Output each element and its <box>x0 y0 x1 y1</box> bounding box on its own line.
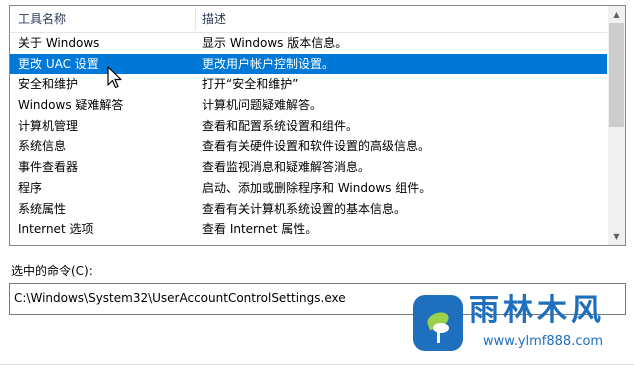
tool-description: 打开“安全和维护” <box>202 77 299 92</box>
selected-command-label: 选中的命令(C): <box>11 264 93 278</box>
list-item[interactable]: Internet 选项 查看 Internet 属性。 <box>10 219 607 240</box>
list-item[interactable]: 程序 启动、添加或删除程序和 Windows 组件。 <box>10 178 607 199</box>
list-item[interactable]: 计算机管理 查看和配置系统设置和组件。 <box>10 116 607 137</box>
rain-forest-logo-icon <box>413 295 463 351</box>
watermark-url: www.ylmf888.com <box>483 334 604 349</box>
list-item[interactable]: 系统属性 查看有关计算机系统设置的基本信息。 <box>10 199 607 220</box>
list-item[interactable]: 关于 Windows 显示 Windows 版本信息。 <box>10 33 607 54</box>
watermark-title: 雨林木风 <box>469 293 605 328</box>
list-item[interactable]: 系统信息 查看有关硬件设置和软件设置的高级信息。 <box>10 136 607 157</box>
tools-list[interactable]: 工具名称 描述 关于 Windows 显示 Windows 版本信息。更改 UAC… <box>9 5 626 246</box>
selected-command-value: C:\Windows\System32\UserAccountControlSe… <box>14 291 346 305</box>
tool-name: 安全和维护 <box>18 77 79 92</box>
header-divider[interactable] <box>195 8 196 30</box>
mouse-cursor-icon <box>107 66 122 89</box>
tool-description: 计算机问题疑难解答。 <box>202 98 323 113</box>
tool-description: 查看 Internet 属性。 <box>202 222 318 237</box>
tool-description: 显示 Windows 版本信息。 <box>202 36 348 50</box>
tool-name: 程序 <box>18 180 43 195</box>
tool-name: 系统属性 <box>18 201 67 216</box>
tool-name: Internet 选项 <box>18 222 94 237</box>
tool-description: 更改用户帐户控制设置。 <box>202 56 335 71</box>
tool-name: 系统信息 <box>18 139 67 154</box>
tool-name: 关于 Windows <box>18 36 100 50</box>
scroll-up-arrow-icon[interactable]: ▲ <box>608 6 625 23</box>
tool-description: 查看和配置系统设置和组件。 <box>202 118 359 133</box>
vertical-scrollbar[interactable]: ▲ ▼ <box>608 6 625 245</box>
list-rows: 关于 Windows 显示 Windows 版本信息。更改 UAC 设置 更改用户帐… <box>10 33 607 240</box>
scroll-thumb[interactable] <box>609 23 624 127</box>
header-description[interactable]: 描述 <box>202 6 226 32</box>
list-item[interactable]: Windows 疑难解答 计算机问题疑难解答。 <box>10 95 607 116</box>
tool-name: 事件查看器 <box>18 160 79 175</box>
list-header: 工具名称 描述 <box>10 6 607 33</box>
list-item[interactable]: 事件查看器 查看监视消息和疑难解答消息。 <box>10 157 607 178</box>
tool-description: 查看有关硬件设置和软件设置的高级信息。 <box>202 139 431 154</box>
header-tool-name[interactable]: 工具名称 <box>18 6 66 32</box>
list-item[interactable]: 安全和维护 打开“安全和维护” <box>10 74 607 95</box>
tool-description: 启动、添加或删除程序和 Windows 组件。 <box>202 180 432 195</box>
list-item[interactable]: 更改 UAC 设置 更改用户帐户控制设置。 <box>10 53 607 75</box>
scroll-down-arrow-icon[interactable]: ▼ <box>608 228 625 245</box>
tool-description: 查看监视消息和疑难解答消息。 <box>202 160 371 175</box>
watermark: 雨林木风 www.ylmf888.com <box>413 293 628 357</box>
tool-name: Windows 疑难解答 <box>18 98 124 113</box>
tool-name: 计算机管理 <box>18 118 79 133</box>
bottom-divider <box>0 364 634 365</box>
tool-description: 查看有关计算机系统设置的基本信息。 <box>202 201 407 216</box>
tool-name: 更改 UAC 设置 <box>18 56 99 71</box>
